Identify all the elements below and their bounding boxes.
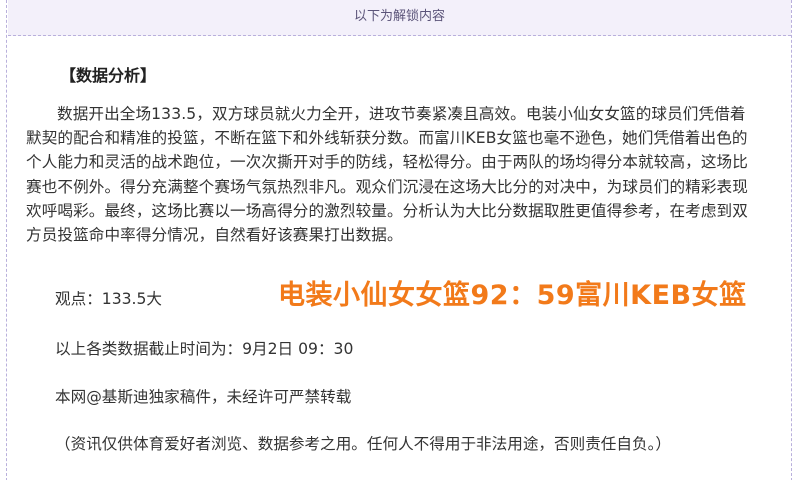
- paragraph-line: 欢呼喝彩。最终，这场比赛以一场高得分的激烈较量。分析认为大比分数据取胜更值得参考…: [26, 201, 748, 220]
- disclaimer-text: （资讯仅供体育爱好者浏览、数据参考之用。任何人不得用于非法用途，否则责任自负。）: [55, 435, 671, 453]
- copyright-notice: 本网@基斯迪独家稿件，未经许可严禁转载: [55, 388, 352, 406]
- paragraph-line: 个人能力和灵活的战术跑位，一次次撕开对手的防线，轻松得分。由于两队的场均得分本就…: [26, 153, 748, 172]
- section-heading: 【数据分析】: [60, 66, 157, 85]
- paragraph-line: 数据开出全场133.5，双方球员就火力全开，进攻节奏紧凑且高效。电装小仙女女篮的…: [57, 105, 746, 123]
- deadline-text: 以上各类数据截止时间为：9月2日 09：30: [55, 340, 354, 358]
- article-content: 【数据分析】 数据开出全场133.5，双方球员就火力全开，进攻节奏紧凑且高效。电…: [0, 0, 800, 480]
- viewpoint-text: 观点：133.5大: [55, 290, 163, 308]
- analysis-paragraph: 数据开出全场133.5，双方球员就火力全开，进攻节奏紧凑且高效。电装小仙女女篮的…: [26, 102, 774, 247]
- paragraph-line: 方员投篮命中率得分情况，自然看好该赛果打出数据。: [26, 226, 403, 245]
- paragraph-line: 默契的配合和精准的投篮，不断在篮下和外线斩获分数。而富川KEB女篮也毫不逊色，她…: [26, 129, 748, 148]
- paragraph-line: 赛也不例外。得分充满整个赛场气氛热烈非凡。观众们沉浸在这场大比分的对决中，为球员…: [26, 177, 748, 196]
- page: 以下为解锁内容 【数据分析】 数据开出全场133.5，双方球员就火力全开，进攻节…: [0, 0, 800, 480]
- score-overlay: 电装小仙女女篮92：59富川KEB女篮: [278, 280, 747, 311]
